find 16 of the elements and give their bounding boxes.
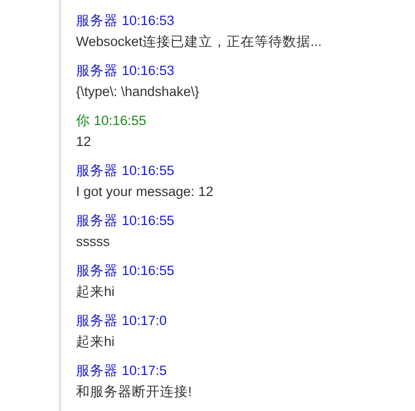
message-header: 服务器 10:17:0: [76, 312, 168, 330]
message-text: 起来hi: [76, 283, 116, 301]
message-text: Websocket连接已建立，正在等待数据...: [76, 33, 323, 51]
message-header: 服务器 10:16:53: [76, 62, 176, 80]
message-text: 和服务器断开连接!: [76, 383, 193, 401]
message-text: I got your message: 12: [76, 183, 214, 201]
message-text: 12: [76, 133, 92, 151]
message-text: {\type\: \handshake\}: [76, 83, 200, 101]
message-header: 服务器 10:16:55: [76, 212, 176, 230]
message-header: 你 10:16:55: [76, 112, 148, 130]
message-header: 服务器 10:17:5: [76, 362, 168, 380]
message-text: 起来hi: [76, 333, 116, 351]
message-header: 服务器 10:16:53: [76, 12, 176, 30]
message-text: sssss: [76, 233, 111, 251]
message-header: 服务器 10:16:55: [76, 162, 176, 180]
message-header: 服务器 10:16:55: [76, 262, 176, 280]
